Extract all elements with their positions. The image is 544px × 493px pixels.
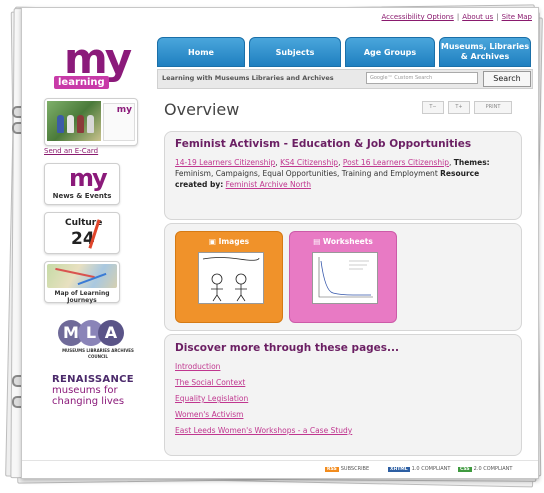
audience-link[interactable]: KS4 Citizenship <box>280 158 338 167</box>
tab-museums-libraries-archives[interactable]: Museums, Libraries & Archives <box>439 37 531 67</box>
renaissance-logo[interactable]: RENAISSANCE museums for changing lives <box>52 374 162 407</box>
tab-subjects[interactable]: Subjects <box>249 37 341 67</box>
print-button[interactable]: PRINT <box>474 101 512 114</box>
discover-link-womens-activism[interactable]: Women's Activism <box>175 410 352 426</box>
my-learning-logo[interactable]: my learning <box>52 34 132 94</box>
footer: RSS SUBSCRIBE XHTML 1.0 COMPLIANT CSS 2.0 C… <box>22 460 538 478</box>
worksheets-card[interactable]: ▤ Worksheets <box>289 231 397 323</box>
mla-subtitle: MUSEUMS LIBRARIES ARCHIVES <box>62 348 134 353</box>
rss-subscribe[interactable]: RSS SUBSCRIBE <box>325 466 369 472</box>
mini-logo: my <box>116 105 132 115</box>
about-link[interactable]: About us <box>462 13 493 21</box>
send-ecard-link[interactable]: Send an E-Card <box>44 147 98 155</box>
resource-cards-panel: ▣ Images ▤ Worksheets <box>164 223 522 331</box>
search-button[interactable]: Search <box>483 71 531 87</box>
worksheets-label: Worksheets <box>322 237 373 246</box>
renaissance-title: RENAISSANCE <box>52 374 134 385</box>
map-label: Map of Learning Journeys <box>54 290 110 304</box>
creator-link[interactable]: Feminist Archive North <box>226 180 311 189</box>
resource-panel: Feminist Activism - Education & Job Oppo… <box>164 131 522 220</box>
css-icon: CSS <box>458 467 472 472</box>
person-figure <box>67 115 74 133</box>
tab-age-groups[interactable]: Age Groups <box>345 37 435 67</box>
xhtml-icon: XHTML <box>388 467 410 472</box>
discover-heading: Discover more through these pages... <box>175 342 400 354</box>
map-road <box>55 267 95 279</box>
ecard-photo <box>47 101 101 141</box>
utility-links: Accessibility Options | About us | Site Map <box>382 13 532 21</box>
images-label: Images <box>218 237 250 246</box>
discover-link-introduction[interactable]: Introduction <box>175 362 352 378</box>
logo-learning: learning <box>54 76 109 89</box>
discover-link-equality-legislation[interactable]: Equality Legislation <box>175 394 352 410</box>
renaissance-line2: changing lives <box>52 396 125 407</box>
audience-link[interactable]: 14-19 Learners Citizenship <box>175 158 275 167</box>
resource-body: 14-19 Learners Citizenship, KS4 Citizens… <box>175 158 490 189</box>
learning-journeys-map-button[interactable]: Map of Learning Journeys <box>44 261 120 304</box>
main-page: Accessibility Options | About us | Site Map … <box>21 7 539 479</box>
tab-home[interactable]: Home <box>157 37 245 67</box>
map-icon <box>47 264 117 288</box>
news-events-label: News & Events <box>52 192 112 200</box>
graph-icon <box>318 257 373 298</box>
document-icon: ▤ <box>313 237 321 246</box>
discover-link-case-study[interactable]: East Leeds Women's Workshops - a Case St… <box>175 426 352 442</box>
sitemap-link[interactable]: Site Map <box>502 13 532 21</box>
tagline: Learning with Museums Libraries and Arch… <box>162 74 334 82</box>
css-badge[interactable]: CSS 2.0 COMPLIANT <box>458 466 512 472</box>
person-figure <box>77 115 84 133</box>
themes-label: Themes: <box>453 158 490 167</box>
images-card-title: ▣ Images <box>176 237 282 246</box>
search-input[interactable]: Google™ Custom Search <box>366 72 478 84</box>
mla-subtitle-council: COUNCIL <box>88 354 108 359</box>
worksheets-thumbnail <box>312 252 378 304</box>
separator: | <box>496 13 499 21</box>
discover-link-social-context[interactable]: The Social Context <box>175 378 352 394</box>
camera-icon: ▣ <box>208 237 216 246</box>
images-thumbnail <box>198 252 264 304</box>
audience-link[interactable]: Post 16 Learners Citizenship <box>343 158 449 167</box>
news-logo: my <box>69 164 108 192</box>
text-larger-button[interactable]: T+ <box>448 101 470 114</box>
person-figure <box>87 115 94 133</box>
accessibility-link[interactable]: Accessibility Options <box>382 13 454 21</box>
page-title: Overview <box>164 100 240 119</box>
culture24-button[interactable]: Culture 24 <box>44 212 120 254</box>
cartoon-icon <box>202 257 260 302</box>
rss-icon: RSS <box>325 467 339 472</box>
xhtml-badge[interactable]: XHTML 1.0 COMPLIANT <box>388 466 450 472</box>
worksheets-card-title: ▤ Worksheets <box>290 237 396 246</box>
ecard-mini-page: my <box>103 103 135 141</box>
person-figure <box>57 115 64 133</box>
mla-logo[interactable]: M L A MUSEUMS LIBRARIES ARCHIVES COUNCIL <box>58 320 138 362</box>
xhtml-text: 1.0 COMPLIANT <box>411 466 451 472</box>
text-smaller-button[interactable]: T− <box>422 101 444 114</box>
css-text: 2.0 COMPLIANT <box>473 466 513 472</box>
themes-text: Feminism, Campaigns, Equal Opportunities… <box>175 169 438 178</box>
ecard-thumbnail[interactable]: my <box>44 98 138 146</box>
images-card[interactable]: ▣ Images <box>175 231 283 323</box>
resource-heading: Feminist Activism - Education & Job Oppo… <box>175 138 472 150</box>
discover-list: Introduction The Social Context Equality… <box>175 362 352 442</box>
mla-letter: A <box>98 320 124 346</box>
news-events-button[interactable]: my News & Events <box>44 163 120 205</box>
sub-header-bar: Learning with Museums Libraries and Arch… <box>157 69 533 89</box>
separator: | <box>456 13 460 21</box>
renaissance-line1: museums for <box>52 385 118 396</box>
subscribe-label: SUBSCRIBE <box>340 466 370 472</box>
discover-panel: Discover more through these pages... Int… <box>164 334 522 456</box>
